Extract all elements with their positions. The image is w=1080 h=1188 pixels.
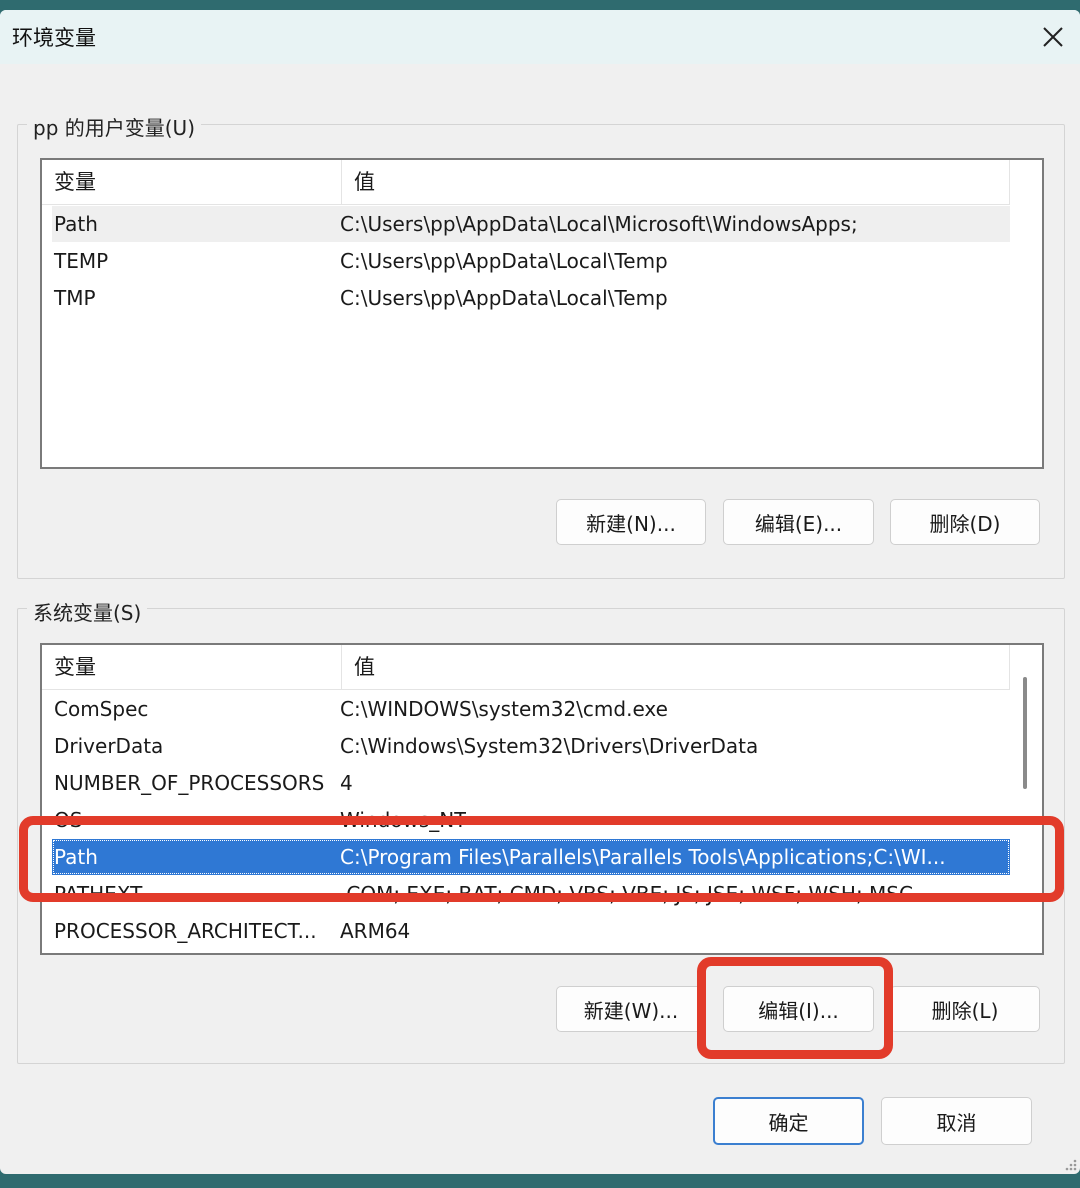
variable-name: TEMP: [54, 249, 109, 273]
variable-value: C:\Users\pp\AppData\Local\Temp: [340, 286, 668, 310]
user-delete-button[interactable]: 删除(D): [890, 499, 1040, 545]
system-var-row-number-of-processors[interactable]: NUMBER_OF_PROCESSORS 4: [52, 765, 1010, 801]
scrollbar-thumb[interactable]: [1023, 677, 1027, 789]
variable-name: NUMBER_OF_PROCESSORS: [54, 771, 325, 795]
user-new-button[interactable]: 新建(N)...: [556, 499, 706, 545]
variable-value: C:\WINDOWS\system32\cmd.exe: [340, 697, 668, 721]
user-variables-list[interactable]: 变量 值 Path C:\Users\pp\AppData\Local\Micr…: [40, 158, 1044, 469]
variable-value: ARM64: [340, 919, 411, 943]
user-var-row-temp[interactable]: TEMP C:\Users\pp\AppData\Local\Temp: [52, 243, 1010, 279]
highlight-box-path-row: [19, 816, 1064, 902]
variable-name: Path: [54, 212, 98, 236]
system-new-button[interactable]: 新建(W)...: [556, 986, 706, 1032]
user-var-row-path[interactable]: Path C:\Users\pp\AppData\Local\Microsoft…: [52, 206, 1010, 242]
system-variables-label: 系统变量(S): [27, 597, 148, 626]
variable-name: ComSpec: [54, 697, 149, 721]
variable-name: DriverData: [54, 734, 164, 758]
column-header-variable[interactable]: 变量: [42, 645, 342, 689]
user-var-row-tmp[interactable]: TMP C:\Users\pp\AppData\Local\Temp: [52, 280, 1010, 316]
variable-value: 4: [340, 771, 353, 795]
column-header-value[interactable]: 值: [342, 645, 1010, 689]
user-variables-label: pp 的用户变量(U): [27, 112, 201, 141]
variable-name: PROCESSOR_ARCHITECT...: [54, 919, 317, 943]
user-edit-button[interactable]: 编辑(E)...: [723, 499, 874, 545]
environment-variables-dialog: 环境变量 pp 的用户变量(U) 变量 值 Path C:\Users\pp\A…: [0, 10, 1080, 1174]
column-header-value[interactable]: 值: [342, 160, 1010, 204]
window-title: 环境变量: [12, 26, 96, 50]
highlight-box-edit-button: [697, 957, 893, 1059]
column-header-variable[interactable]: 变量: [42, 160, 342, 204]
title-bar: 环境变量: [0, 10, 1080, 64]
system-list-scrollbar[interactable]: [1010, 645, 1040, 953]
system-delete-button[interactable]: 删除(L): [890, 986, 1040, 1032]
variable-value: C:\Windows\System32\Drivers\DriverData: [340, 734, 759, 758]
variable-name: TMP: [54, 286, 96, 310]
system-var-row-comspec[interactable]: ComSpec C:\WINDOWS\system32\cmd.exe: [52, 691, 1010, 727]
cancel-button[interactable]: 取消: [881, 1097, 1032, 1145]
close-button[interactable]: [1026, 10, 1080, 64]
system-variables-list[interactable]: 变量 值 ComSpec C:\WINDOWS\system32\cmd.exe…: [40, 643, 1044, 955]
ok-button[interactable]: 确定: [713, 1097, 864, 1145]
close-icon: [1043, 27, 1063, 47]
variable-value: C:\Users\pp\AppData\Local\Microsoft\Wind…: [340, 212, 858, 236]
user-list-header: 变量 值: [42, 160, 1010, 205]
variable-value: C:\Users\pp\AppData\Local\Temp: [340, 249, 668, 273]
system-var-row-driverdata[interactable]: DriverData C:\Windows\System32\Drivers\D…: [52, 728, 1010, 764]
resize-grip-icon[interactable]: [1062, 1156, 1078, 1172]
system-var-row-processor-architecture[interactable]: PROCESSOR_ARCHITECT... ARM64: [52, 913, 1010, 949]
system-list-header: 变量 值: [42, 645, 1010, 690]
